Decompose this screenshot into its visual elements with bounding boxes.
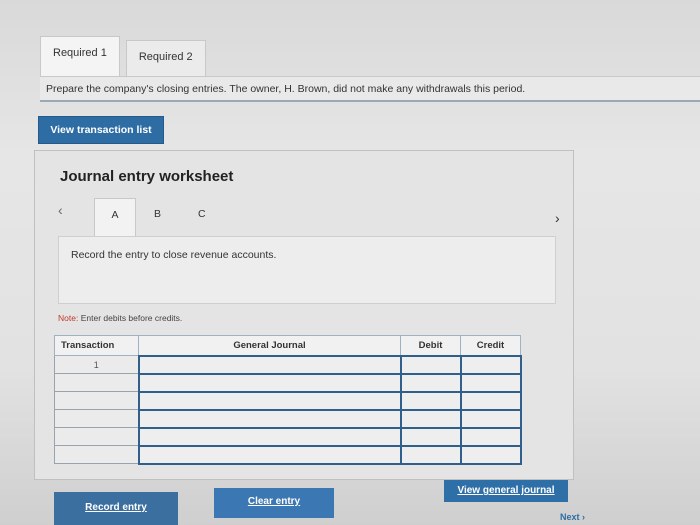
table-row xyxy=(54,390,522,411)
transaction-number xyxy=(54,409,139,428)
column-header-transaction: Transaction xyxy=(54,335,139,356)
note: Note: Enter debits before credits. xyxy=(58,313,182,323)
journal-header-row: Transaction General Journal Debit Credit xyxy=(54,335,521,356)
chevron-left-icon[interactable]: ‹ xyxy=(58,202,63,218)
note-label: Note: xyxy=(58,313,79,323)
chevron-right-icon[interactable]: › xyxy=(555,210,560,226)
debit-input[interactable] xyxy=(399,390,462,411)
entry-instruction: Record the entry to close revenue accoun… xyxy=(58,236,556,304)
entry-instruction-text: Record the entry to close revenue accoun… xyxy=(71,249,277,261)
transaction-number xyxy=(54,391,139,410)
account-input[interactable] xyxy=(137,390,402,411)
step-tab-a[interactable]: A xyxy=(94,198,136,236)
account-input[interactable] xyxy=(137,354,402,375)
question-prompt: Prepare the company's closing entries. T… xyxy=(40,76,700,102)
account-input[interactable] xyxy=(137,444,402,465)
credit-input[interactable] xyxy=(459,408,522,429)
debit-input[interactable] xyxy=(399,408,462,429)
chevron-right-icon: › xyxy=(582,512,586,522)
table-row xyxy=(54,408,522,429)
next-label: Next xyxy=(560,512,580,522)
clear-entry-button[interactable]: Clear entry xyxy=(214,488,334,518)
debit-input[interactable] xyxy=(399,426,462,447)
table-row xyxy=(54,444,522,465)
debit-input[interactable] xyxy=(399,444,462,465)
record-entry-button[interactable]: Record entry xyxy=(54,492,178,525)
tab-required-1[interactable]: Required 1 xyxy=(40,36,120,80)
journal-table: Transaction General Journal Debit Credit… xyxy=(54,335,522,465)
column-header-debit: Debit xyxy=(400,335,461,356)
step-tab-c[interactable]: C xyxy=(198,208,206,220)
table-row xyxy=(54,426,522,447)
next-button[interactable]: Next › xyxy=(560,512,585,522)
transaction-number xyxy=(54,445,139,464)
transaction-number xyxy=(54,373,139,392)
column-header-general-journal: General Journal xyxy=(138,335,401,356)
credit-input[interactable] xyxy=(459,390,522,411)
transaction-number xyxy=(54,427,139,446)
debit-input[interactable] xyxy=(399,372,462,393)
view-general-journal-button[interactable]: View general journal xyxy=(444,480,568,502)
credit-input[interactable] xyxy=(459,354,522,375)
table-row: 1 xyxy=(54,354,522,375)
column-header-credit: Credit xyxy=(460,335,521,356)
step-tab-b[interactable]: B xyxy=(154,208,161,220)
worksheet-title: Journal entry worksheet xyxy=(60,168,234,185)
credit-input[interactable] xyxy=(459,444,522,465)
credit-input[interactable] xyxy=(459,426,522,447)
view-transaction-list-button[interactable]: View transaction list xyxy=(38,116,164,144)
note-text: Enter debits before credits. xyxy=(80,313,183,323)
account-input[interactable] xyxy=(137,408,402,429)
account-input[interactable] xyxy=(137,372,402,393)
table-row xyxy=(54,372,522,393)
account-input[interactable] xyxy=(137,426,402,447)
debit-input[interactable] xyxy=(399,354,462,375)
credit-input[interactable] xyxy=(459,372,522,393)
requirement-tabs: Required 1 Required 2 xyxy=(40,36,206,80)
tab-required-2[interactable]: Required 2 xyxy=(125,40,206,80)
transaction-number: 1 xyxy=(54,355,139,374)
